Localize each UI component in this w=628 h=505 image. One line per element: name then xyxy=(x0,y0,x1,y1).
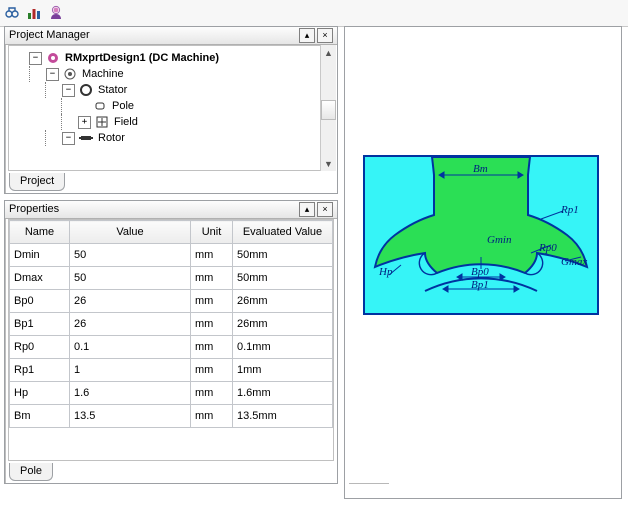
scroll-thumb[interactable] xyxy=(321,100,336,120)
col-eval[interactable]: Evaluated Value xyxy=(233,221,333,244)
cell-eval: 26mm xyxy=(233,290,333,313)
diagram-canvas[interactable]: Bm Rp1 Gmin Rp0 Gmax Hp Bp0 Bp1 xyxy=(344,26,622,499)
table-row[interactable]: Dmin50mm50mm xyxy=(10,244,333,267)
col-value[interactable]: Value xyxy=(70,221,191,244)
properties-panel: Properties ▴ × Name Value Unit Evaluated… xyxy=(4,200,338,484)
table-row[interactable]: Dmax50mm50mm xyxy=(10,267,333,290)
tree-item-machine[interactable]: − Machine xyxy=(13,66,331,82)
cell-unit[interactable]: mm xyxy=(191,382,233,405)
table-row[interactable]: Rp00.1mm0.1mm xyxy=(10,336,333,359)
cell-eval: 26mm xyxy=(233,313,333,336)
table-row[interactable]: Rp11mm1mm xyxy=(10,359,333,382)
cell-eval: 50mm xyxy=(233,244,333,267)
cell-name: Rp0 xyxy=(10,336,70,359)
cell-value[interactable]: 50 xyxy=(70,267,191,290)
cell-eval: 1.6mm xyxy=(233,382,333,405)
col-name[interactable]: Name xyxy=(10,221,70,244)
cell-eval: 1mm xyxy=(233,359,333,382)
table-row[interactable]: Bm13.5mm13.5mm xyxy=(10,405,333,428)
tree-item-field[interactable]: + Field xyxy=(13,114,331,130)
label-bp1: Bp1 xyxy=(471,279,489,291)
label-gmax: Gmax xyxy=(561,256,587,268)
cell-eval: 0.1mm xyxy=(233,336,333,359)
properties-title: Properties xyxy=(9,201,297,218)
design-icon xyxy=(45,50,61,66)
toolbar xyxy=(0,0,628,27)
cell-name: Bp1 xyxy=(10,313,70,336)
panel-close-icon[interactable]: × xyxy=(317,202,333,217)
cell-unit[interactable]: mm xyxy=(191,244,233,267)
cell-value[interactable]: 1.6 xyxy=(70,382,191,405)
cell-value[interactable]: 13.5 xyxy=(70,405,191,428)
panel-pin-icon[interactable]: ▴ xyxy=(299,202,315,217)
tree-item-stator[interactable]: − Stator xyxy=(13,82,331,98)
tree-item-design[interactable]: − RMxprtDesign1 (DC Machine) xyxy=(13,50,331,66)
tree-scrollbar[interactable]: ▲ ▼ xyxy=(320,45,336,171)
cell-value[interactable]: 26 xyxy=(70,290,191,313)
tree-expander[interactable]: − xyxy=(62,132,75,145)
tree-item-rotor[interactable]: − Rotor xyxy=(13,130,331,146)
stator-icon xyxy=(78,82,94,98)
label-bp0: Bp0 xyxy=(471,266,489,278)
rotor-icon xyxy=(78,130,94,146)
table-row[interactable]: Hp1.6mm1.6mm xyxy=(10,382,333,405)
cell-unit[interactable]: mm xyxy=(191,313,233,336)
person-gear-icon[interactable] xyxy=(48,5,64,21)
table-row[interactable]: Bp126mm26mm xyxy=(10,313,333,336)
project-manager-titlebar[interactable]: Project Manager ▴ × xyxy=(5,27,337,45)
cell-name: Rp1 xyxy=(10,359,70,382)
label-hp: Hp xyxy=(378,266,393,278)
cell-eval: 50mm xyxy=(233,267,333,290)
pole-diagram: Bm Rp1 Gmin Rp0 Gmax Hp Bp0 Bp1 xyxy=(363,155,599,315)
tree-expander[interactable]: + xyxy=(78,116,91,129)
scroll-up-icon[interactable]: ▲ xyxy=(321,45,336,60)
label-rp0: Rp0 xyxy=(538,242,557,254)
col-unit[interactable]: Unit xyxy=(191,221,233,244)
pole-icon xyxy=(92,98,108,114)
cell-name: Bp0 xyxy=(10,290,70,313)
cell-name: Dmin xyxy=(10,244,70,267)
tree-item-pole[interactable]: Pole xyxy=(13,98,331,114)
cell-unit[interactable]: mm xyxy=(191,267,233,290)
project-manager-title: Project Manager xyxy=(9,27,297,44)
project-manager-panel: Project Manager ▴ × − RMxprtDesign1 (DC … xyxy=(4,26,338,194)
status-divider xyxy=(349,483,389,496)
tree-expander[interactable]: − xyxy=(62,84,75,97)
cell-value[interactable]: 0.1 xyxy=(70,336,191,359)
project-tree[interactable]: − RMxprtDesign1 (DC Machine) − Machine − xyxy=(8,45,334,171)
cell-value[interactable]: 1 xyxy=(70,359,191,382)
tab-pole[interactable]: Pole xyxy=(9,463,53,481)
scroll-down-icon[interactable]: ▼ xyxy=(321,156,336,171)
panel-close-icon[interactable]: × xyxy=(317,28,333,43)
cell-unit[interactable]: mm xyxy=(191,290,233,313)
cell-name: Hp xyxy=(10,382,70,405)
label-gmin: Gmin xyxy=(487,234,512,246)
properties-titlebar[interactable]: Properties ▴ × xyxy=(5,201,337,219)
tree-expander[interactable]: − xyxy=(29,52,42,65)
panel-pin-icon[interactable]: ▴ xyxy=(299,28,315,43)
label-bm: Bm xyxy=(473,163,488,175)
cell-value[interactable]: 50 xyxy=(70,244,191,267)
binoculars-icon[interactable] xyxy=(4,5,20,21)
cell-eval: 13.5mm xyxy=(233,405,333,428)
cell-name: Dmax xyxy=(10,267,70,290)
tab-project[interactable]: Project xyxy=(9,173,65,191)
label-rp1: Rp1 xyxy=(560,204,579,216)
cell-unit[interactable]: mm xyxy=(191,336,233,359)
tree-expander[interactable]: − xyxy=(46,68,59,81)
cell-value[interactable]: 26 xyxy=(70,313,191,336)
chart-columns-icon[interactable] xyxy=(26,5,42,21)
cell-unit[interactable]: mm xyxy=(191,359,233,382)
cell-unit[interactable]: mm xyxy=(191,405,233,428)
properties-grid[interactable]: Name Value Unit Evaluated Value Dmin50mm… xyxy=(8,219,334,461)
cell-name: Bm xyxy=(10,405,70,428)
table-row[interactable]: Bp026mm26mm xyxy=(10,290,333,313)
machine-icon xyxy=(62,66,78,82)
field-icon xyxy=(94,114,110,130)
